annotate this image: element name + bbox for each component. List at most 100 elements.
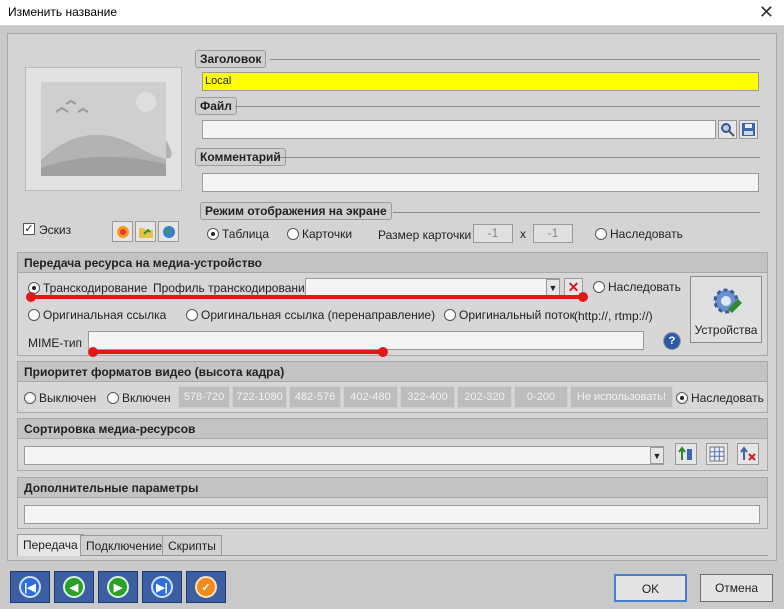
file-input[interactable] xyxy=(202,120,716,139)
folder-icon xyxy=(138,227,153,238)
display-cards-radio[interactable]: Карточки xyxy=(287,227,352,241)
file-divider xyxy=(235,106,760,107)
sort-ascending-icon xyxy=(678,446,692,460)
annotation-dot xyxy=(378,347,388,357)
sketch-open-button[interactable] xyxy=(135,221,156,242)
original-link-redirect-label: Оригинальная ссылка (перенаправление) xyxy=(201,308,436,322)
video-chip[interactable]: 0-200 xyxy=(514,386,568,408)
video-inherit-radio[interactable]: Наследовать xyxy=(676,391,764,405)
display-inherit-label: Наследовать xyxy=(610,227,683,241)
title-input[interactable]: Local xyxy=(202,72,759,91)
comment-input[interactable] xyxy=(202,173,759,192)
globe-icon xyxy=(162,225,175,238)
previous-button[interactable]: ◀ xyxy=(54,571,94,603)
display-table-label: Таблица xyxy=(222,227,270,241)
sketch-checkbox[interactable]: ✓ xyxy=(23,223,35,235)
comment-divider xyxy=(280,157,760,158)
dialog-window: Изменить название ✕ Заголовок Local Файл xyxy=(0,0,784,609)
video-chip[interactable]: Не использовать! xyxy=(570,386,673,408)
card-height-input[interactable]: -1 xyxy=(533,224,573,243)
radio-dot xyxy=(207,228,219,240)
radio-dot xyxy=(28,309,40,321)
video-on-label: Включен xyxy=(122,391,171,405)
sketch-star-button[interactable] xyxy=(112,221,133,242)
original-link-redirect-radio[interactable]: Оригинальная ссылка (перенаправление) xyxy=(186,308,435,322)
ok-button[interactable]: OK xyxy=(614,574,687,602)
next-button[interactable]: ▶ xyxy=(98,571,138,603)
display-mode-label: Режим отображения на экране xyxy=(200,202,392,220)
profile-dropdown-button[interactable]: ▼ xyxy=(546,279,560,296)
next-icon: ▶ xyxy=(107,576,129,598)
sort-reset-button[interactable] xyxy=(737,443,759,465)
display-mode-divider xyxy=(393,212,760,213)
mime-help-button[interactable]: ? xyxy=(663,332,681,350)
video-chip[interactable]: 202-320 xyxy=(457,386,512,408)
annotation-line xyxy=(30,295,587,299)
main-panel: Заголовок Local Файл Комментарий ✓ Эскиз… xyxy=(7,33,777,561)
browse-file-button[interactable] xyxy=(718,120,737,139)
transcoding-radio[interactable]: Транскодирование xyxy=(28,281,147,295)
radio-dot xyxy=(186,309,198,321)
video-priority-header: Приоритет форматов видео (высота кадра) xyxy=(18,362,767,382)
first-button[interactable]: |◀ xyxy=(10,571,50,603)
sorting-header: Сортировка медиа-ресурсов xyxy=(18,419,767,439)
transfer-inherit-radio[interactable]: Наследовать xyxy=(593,280,681,294)
extra-params-group: Дополнительные параметры xyxy=(17,477,768,529)
sketch-web-button[interactable] xyxy=(158,221,179,242)
chevron-down-icon: ▼ xyxy=(652,450,662,461)
radio-dot xyxy=(24,392,36,404)
original-stream-radio[interactable]: Оригинальный поток xyxy=(444,308,575,322)
sorting-dropdown-button[interactable]: ▼ xyxy=(650,447,664,464)
radio-dot xyxy=(676,392,688,404)
video-chip[interactable]: 722-1080 xyxy=(232,386,287,408)
extra-params-header: Дополнительные параметры xyxy=(18,478,767,498)
radio-dot xyxy=(595,228,607,240)
video-on-radio[interactable]: Включен xyxy=(107,391,171,405)
video-chip[interactable]: 322-400 xyxy=(400,386,455,408)
help-icon: ? xyxy=(668,335,676,347)
display-table-radio[interactable]: Таблица xyxy=(207,227,269,241)
sort-reset-icon xyxy=(740,446,756,461)
radio-dot xyxy=(444,309,456,321)
video-chip[interactable]: 578-720 xyxy=(178,386,230,408)
annotation-dot xyxy=(578,292,588,302)
tab-scripts[interactable]: Скрипты xyxy=(162,535,222,556)
original-link-radio[interactable]: Оригинальная ссылка xyxy=(28,308,166,322)
save-file-button[interactable] xyxy=(739,120,758,139)
transfer-group-header: Передача ресурса на медиа-устройство xyxy=(18,253,767,273)
last-button[interactable]: ▶| xyxy=(142,571,182,603)
sketch-label: Эскиз xyxy=(39,223,72,237)
close-icon[interactable]: ✕ xyxy=(759,2,774,23)
tab-connection[interactable]: Подключение xyxy=(80,535,169,556)
sorting-select[interactable] xyxy=(24,446,664,465)
sort-ascending-button[interactable] xyxy=(675,443,697,465)
devices-button[interactable]: Устройства xyxy=(690,276,762,343)
cancel-button[interactable]: Отмена xyxy=(700,574,773,602)
video-chip[interactable]: 402-480 xyxy=(343,386,398,408)
check-icon: ✓ xyxy=(195,576,217,598)
video-off-radio[interactable]: Выключен xyxy=(24,391,96,405)
landscape-placeholder-icon xyxy=(41,82,172,176)
extra-params-input[interactable] xyxy=(24,505,760,524)
card-size-x: x xyxy=(520,227,526,241)
display-inherit-radio[interactable]: Наследовать xyxy=(595,227,683,241)
card-size-label: Размер карточки xyxy=(378,228,472,242)
apply-button[interactable]: ✓ xyxy=(186,571,226,603)
transfer-inherit-label: Наследовать xyxy=(608,280,681,294)
video-chips: 578-720 722-1080 482-576 402-480 322-400… xyxy=(178,386,673,408)
sort-grid-button[interactable] xyxy=(706,443,728,465)
display-cards-label: Карточки xyxy=(302,227,353,241)
skip-last-icon: ▶| xyxy=(151,576,173,598)
video-chip[interactable]: 482-576 xyxy=(289,386,341,408)
card-width-input[interactable]: -1 xyxy=(473,224,513,243)
mime-input[interactable] xyxy=(88,331,644,350)
comment-section-label: Комментарий xyxy=(195,148,286,166)
title-section-label: Заголовок xyxy=(195,50,267,68)
window-title: Изменить название xyxy=(8,5,118,19)
original-stream-label: Оригинальный поток xyxy=(459,308,575,322)
close-icon: ✕ xyxy=(567,279,580,295)
thumbnail-image xyxy=(25,67,182,191)
star-icon xyxy=(116,225,129,238)
radio-dot xyxy=(593,281,605,293)
tab-transfer[interactable]: Передача xyxy=(17,534,84,556)
